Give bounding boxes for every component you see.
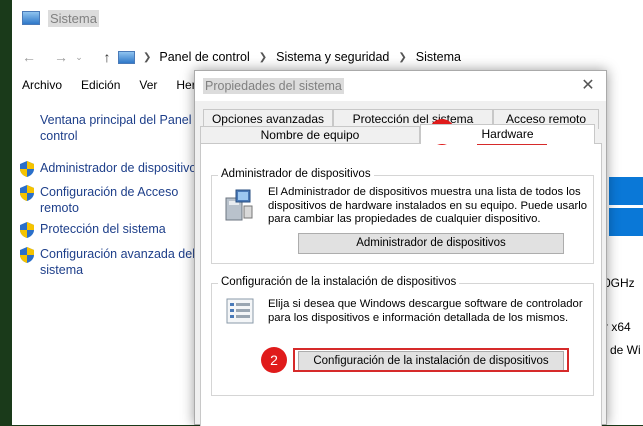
shield-icon [20,185,34,201]
step-badge-2: 2 [261,347,287,373]
device-install-group: Configuración de la instalación de dispo… [211,276,594,396]
hardware-tab-panel: Administrador de dispositivos El Adminis… [200,143,602,426]
up-arrow-icon[interactable]: ↑ [96,49,118,65]
address-field[interactable]: ❯ Panel de control ❯ Sistema y seguridad… [118,44,643,70]
crumb-system-security[interactable]: Sistema y seguridad [276,50,389,64]
address-bar: ← → ⌄ ↑ ❯ Panel de control ❯ Sistema y s… [12,44,643,70]
install-button-highlight [293,348,569,372]
dialog-title: Propiedades del sistema [203,78,344,94]
device-manager-link[interactable]: Administrador de dispositivos [20,160,205,177]
system-properties-dialog: Propiedades del sistema ✕ Opciones avanz… [194,70,607,426]
advanced-settings-link[interactable]: Configuración avanzada del sistema [20,246,205,278]
device-manager-icon [225,189,253,221]
link-label: Configuración avanzada del sistema [40,247,195,277]
menu-ver[interactable]: Ver [139,78,157,92]
crumb-system[interactable]: Sistema [416,50,461,64]
tab-computer-name[interactable]: Nombre de equipo [200,126,420,144]
windows-edition-fragment: l de Wi [604,343,641,357]
device-manager-group: Administrador de dispositivos El Adminis… [211,168,594,264]
link-label: Configuración de Acceso remoto [40,185,179,215]
shield-icon [20,247,34,263]
chevron-right-icon: ❯ [143,51,152,63]
device-install-description: Elija si desea que Windows descargue sof… [268,298,583,324]
menu-edicion[interactable]: Edición [81,78,120,92]
recent-chevron-icon[interactable]: ⌄ [72,52,86,63]
shield-icon [20,161,34,177]
device-manager-button[interactable]: Administrador de dispositivos [298,233,564,254]
control-panel-home-link[interactable]: Ventana principal del Panel de control [40,112,210,144]
close-icon[interactable]: ✕ [578,76,598,96]
chevron-right-icon: ❯ [398,51,407,63]
left-nav-panel: Ventana principal del Panel de control A… [12,108,209,425]
chevron-right-icon: ❯ [258,51,268,63]
system-icon [22,11,40,25]
link-label: Protección del sistema [40,222,166,236]
shield-icon [20,222,34,238]
system-protection-link[interactable]: Protección del sistema [20,221,205,238]
crumb-control-panel[interactable]: Panel de control [159,50,249,64]
windows-logo-icon [609,177,643,236]
os-type-fragment: r x64 [604,320,631,334]
window-title: Sistema [48,9,99,27]
device-manager-description: El Administrador de dispositivos muestra… [268,186,588,225]
window-titlebar: Sistema [12,0,643,36]
forward-arrow-icon[interactable]: → [50,49,72,65]
dialog-titlebar: Propiedades del sistema ✕ [195,71,606,101]
cpu-speed-fragment: 0GHz [604,276,635,290]
tab-hardware-label: Hardware [481,127,534,141]
group-title: Administrador de dispositivos [218,168,374,180]
group-title: Configuración de la instalación de dispo… [218,276,460,288]
menu-archivo[interactable]: Archivo [22,78,62,92]
link-label: Administrador de dispositivos [40,161,203,175]
remote-access-link[interactable]: Configuración de Acceso remoto [20,184,205,216]
back-arrow-icon[interactable]: ← [18,49,40,65]
settings-list-icon [226,298,254,324]
control-panel-icon [118,50,135,64]
tab-hardware[interactable]: Hardware [420,124,595,144]
